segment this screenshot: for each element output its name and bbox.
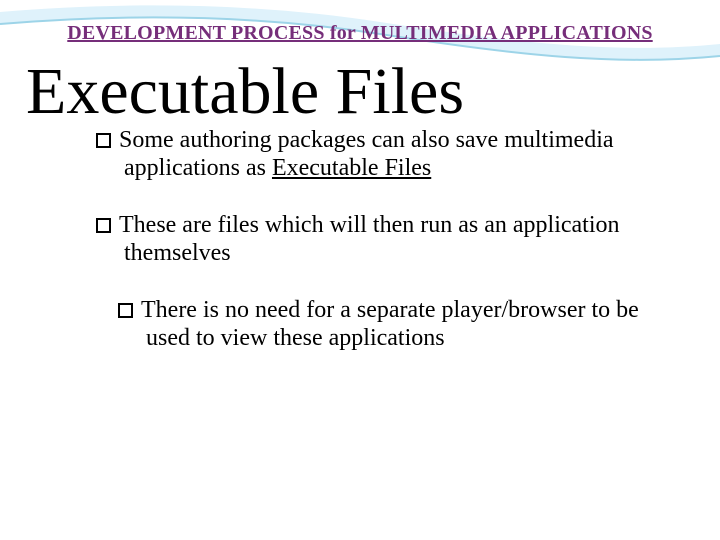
bullet-list: Some authoring packages can also save mu… [0,127,720,353]
bullet-text-highlight: Executable Files [272,155,431,181]
list-item: These are files which will then run as a… [96,212,652,267]
bullet-marker [118,303,133,318]
bullet-text-pre: These are files which will then run as a… [119,212,620,266]
bullet-text-pre: There is no need for a separate player/b… [141,297,639,351]
slide-title: Executable Files [0,45,720,125]
bullet-marker [96,133,111,148]
list-item: There is no need for a separate player/b… [96,297,652,352]
slide-header: DEVELOPMENT PROCESS for MULTIMEDIA APPLI… [0,0,720,45]
bullet-marker [96,218,111,233]
list-item: Some authoring packages can also save mu… [96,127,652,182]
